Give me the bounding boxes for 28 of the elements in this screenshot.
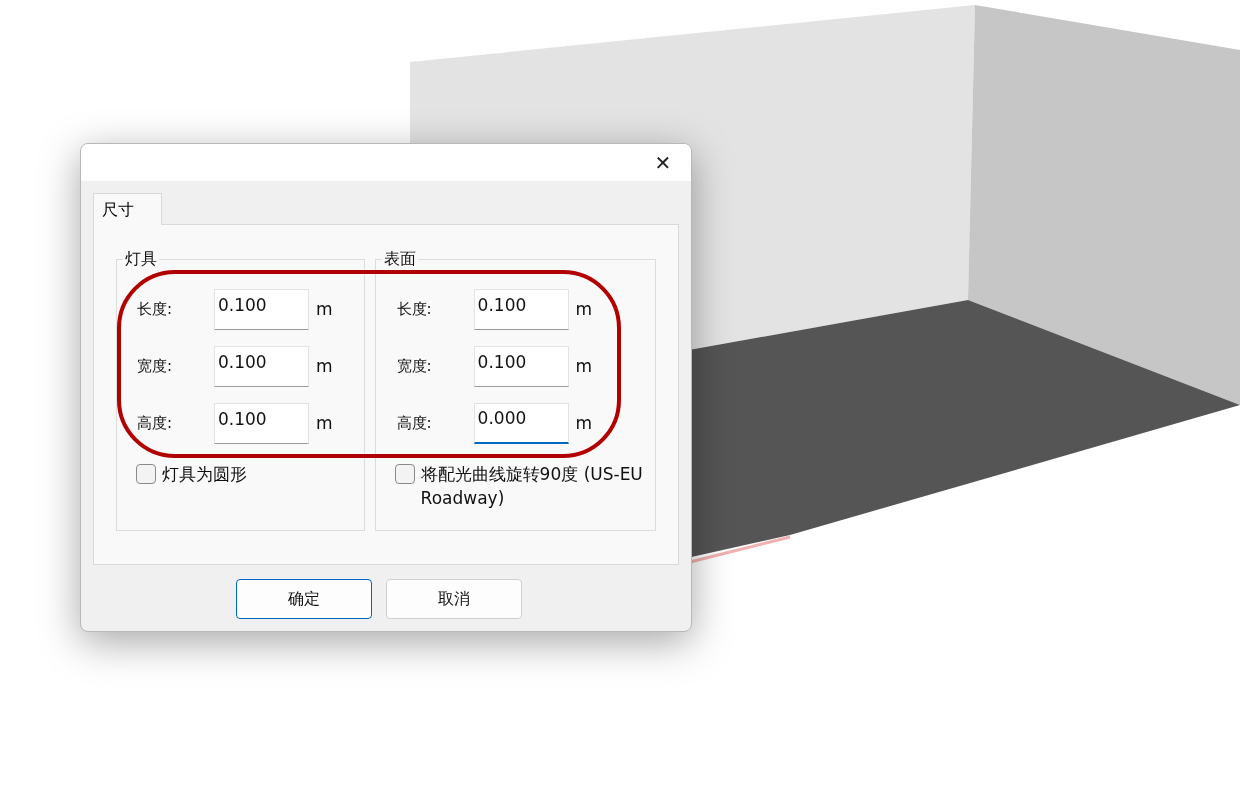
field-label: 高度: (396, 413, 433, 435)
group-title: 灯具 (123, 249, 159, 269)
input-field[interactable]: 0.100 (473, 289, 569, 330)
field-label: 高度: (137, 413, 174, 435)
input-field[interactable]: 0.100 (214, 346, 309, 387)
dialog-button[interactable]: 确定 (236, 579, 372, 619)
field-label: 宽度: (137, 356, 174, 378)
checkbox[interactable] (394, 464, 415, 484)
dialog-button[interactable]: 取消 (386, 579, 522, 619)
input-field[interactable]: 0.000 (473, 403, 569, 444)
unit-label: m (575, 411, 593, 435)
field-label: 宽度: (396, 356, 433, 378)
field-label: 长度: (396, 299, 433, 321)
unit-label: m (316, 354, 333, 378)
field-label: 长度: (137, 299, 174, 321)
input-field[interactable]: 0.100 (473, 346, 569, 387)
unit-label: m (316, 411, 333, 435)
checkbox[interactable] (136, 464, 156, 484)
group-title: 表面 (381, 249, 418, 269)
unit-label: m (316, 297, 333, 321)
input-field[interactable]: 0.100 (214, 289, 309, 330)
checkbox-label: 将配光曲线旋转90度 (US-EU Roadway) (420, 463, 644, 510)
unit-label: m (575, 297, 593, 321)
input-field[interactable]: 0.100 (214, 403, 309, 444)
checkbox-label: 灯具为圆形 (162, 463, 247, 486)
tab[interactable]: 尺寸 (93, 193, 162, 225)
close-button[interactable]: ✕ (647, 146, 679, 179)
unit-label: m (575, 354, 593, 378)
